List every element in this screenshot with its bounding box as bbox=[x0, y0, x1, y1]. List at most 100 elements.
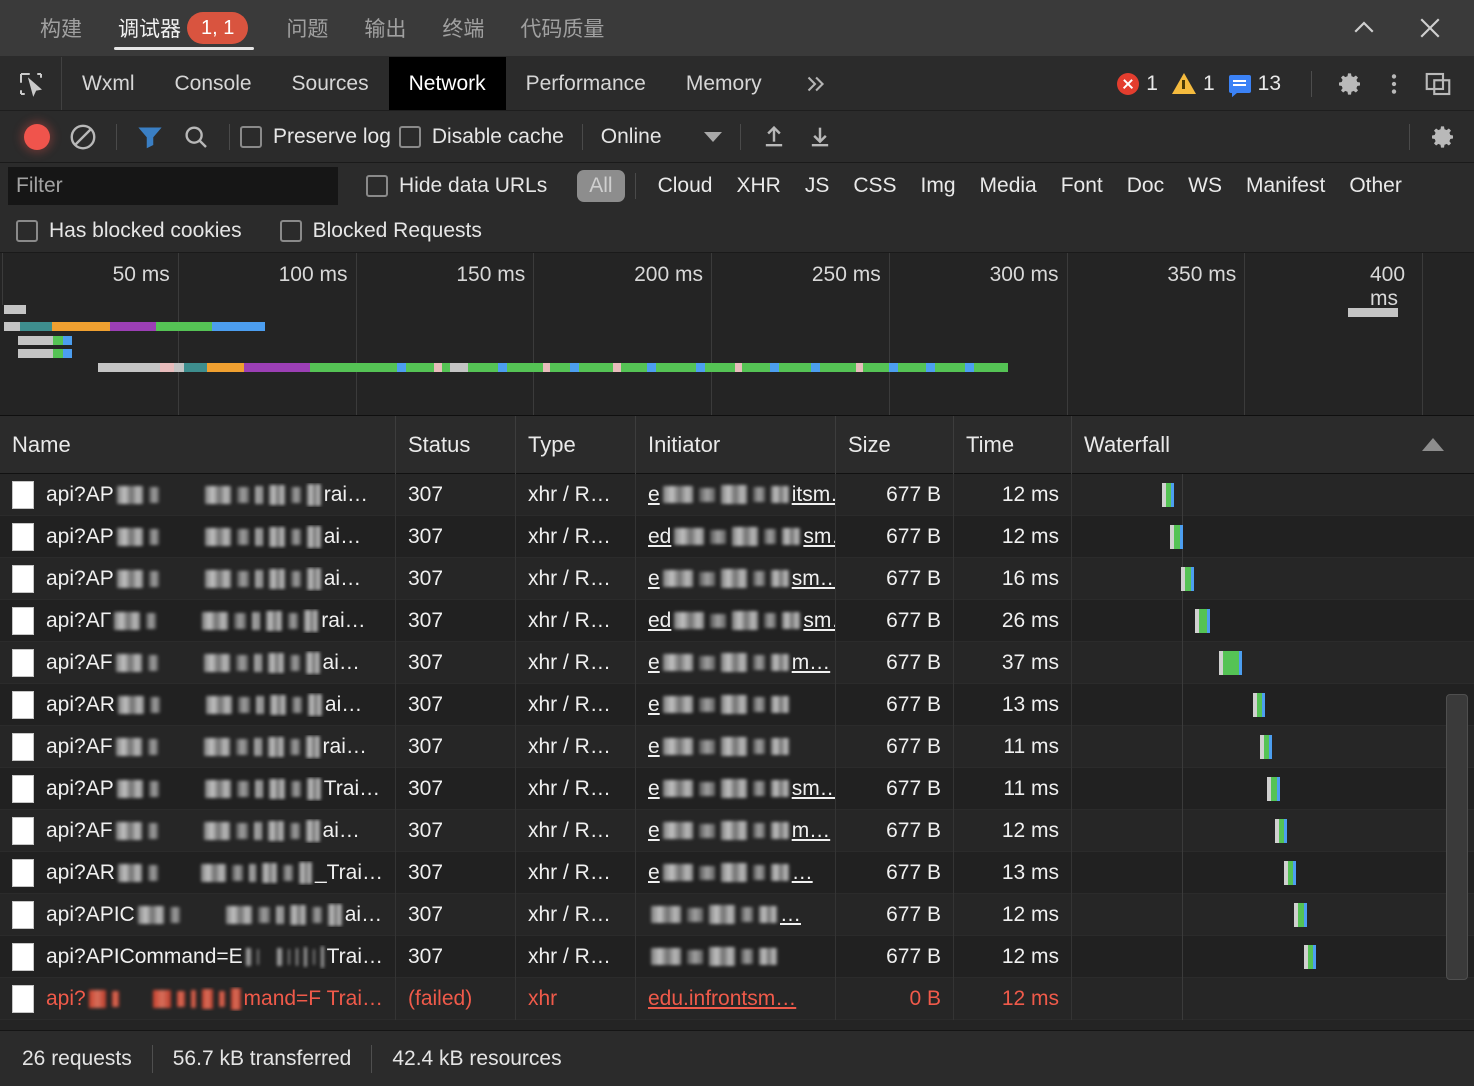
tab-memory[interactable]: Memory bbox=[666, 57, 782, 110]
type-filter-doc[interactable]: Doc bbox=[1115, 170, 1176, 202]
redacted-text bbox=[782, 528, 801, 545]
type-filter-font[interactable]: Font bbox=[1049, 170, 1115, 202]
initiator-link[interactable]: e bbox=[648, 693, 792, 717]
initiator-link[interactable]: e sm… bbox=[648, 567, 835, 591]
network-settings-gear-icon[interactable] bbox=[1420, 114, 1466, 160]
table-row[interactable]: api?AΓ rai… 307xhr / R… ed sm…677 B26 ms bbox=[0, 599, 1474, 642]
disable-cache-checkbox[interactable]: Disable cache bbox=[398, 125, 564, 149]
cell-name: api?AP rai… bbox=[0, 473, 396, 516]
chevron-up-icon[interactable] bbox=[1344, 8, 1384, 48]
type-filter-ws[interactable]: WS bbox=[1176, 170, 1234, 202]
document-icon bbox=[12, 816, 34, 845]
type-filter-css[interactable]: CSS bbox=[841, 170, 908, 202]
type-filter-img[interactable]: Img bbox=[909, 170, 968, 202]
initiator-link[interactable]: e m… bbox=[648, 651, 830, 675]
overview-bar-segment bbox=[53, 336, 63, 345]
redacted-text bbox=[114, 611, 141, 630]
column-header-waterfall[interactable]: Waterfall bbox=[1072, 416, 1474, 474]
dock-panel-icon[interactable] bbox=[1416, 62, 1460, 106]
initiator-link[interactable]: ed sm… bbox=[648, 609, 835, 633]
column-header-type[interactable]: Type bbox=[516, 416, 636, 474]
overview-request-bar bbox=[18, 336, 72, 345]
redacted-text bbox=[674, 528, 705, 545]
chevrons-right-icon[interactable] bbox=[782, 57, 848, 110]
has-blocked-cookies-checkbox[interactable]: Has blocked cookies bbox=[16, 219, 242, 243]
download-arrow-icon[interactable] bbox=[797, 114, 843, 160]
network-overview-timeline[interactable]: 50 ms 100 ms 150 ms 200 ms 250 ms 300 ms 350 m… bbox=[0, 253, 1474, 416]
close-icon[interactable] bbox=[1410, 8, 1450, 48]
initiator-link[interactable]: e m… bbox=[648, 819, 830, 843]
record-circle-icon[interactable] bbox=[14, 114, 60, 160]
ide-tab-code-quality[interactable]: 代码质量 bbox=[502, 0, 622, 57]
column-header-initiator[interactable]: Initiator bbox=[636, 416, 836, 474]
type-filter-cloud[interactable]: Cloud bbox=[646, 170, 725, 202]
more-vertical-icon[interactable] bbox=[1372, 62, 1416, 106]
initiator-link[interactable]: e… bbox=[648, 861, 813, 885]
hide-data-urls-checkbox[interactable]: Hide data URLs bbox=[366, 174, 547, 198]
redacted-text bbox=[203, 737, 230, 756]
overview-bar-segment bbox=[898, 363, 926, 372]
initiator-link[interactable]: e sm… bbox=[648, 777, 835, 801]
upload-arrow-icon[interactable] bbox=[751, 114, 797, 160]
preserve-log-checkbox[interactable]: Preserve log bbox=[240, 125, 391, 149]
column-header-size[interactable]: Size bbox=[836, 416, 954, 474]
ide-tab-build[interactable]: 构建 bbox=[22, 0, 100, 57]
table-row[interactable]: api?AF ai… 307 xhr / R… e m… 677 B 37 ms bbox=[0, 641, 1474, 684]
type-filter-js[interactable]: JS bbox=[793, 170, 842, 202]
gear-icon[interactable] bbox=[1328, 62, 1372, 106]
filter-input[interactable] bbox=[8, 167, 338, 205]
table-row[interactable]: api?AF ai… 307 xhr / R… e m… 677 B 12 ms bbox=[0, 809, 1474, 852]
type-filter-xhr[interactable]: XHR bbox=[724, 170, 792, 202]
search-icon[interactable] bbox=[173, 114, 219, 160]
table-row[interactable]: api? mand=F Trai… (failed) xhr edu.infrontsm… bbox=[0, 977, 1474, 1020]
error-counter[interactable]: 1 bbox=[1117, 72, 1168, 96]
table-row[interactable]: api?AR _Trai… 307 xhr / R… e… 677 B 13 ms bbox=[0, 851, 1474, 894]
cell-initiator: e… bbox=[636, 851, 836, 894]
ide-tab-label: 终端 bbox=[442, 18, 485, 41]
initiator-link[interactable] bbox=[648, 947, 780, 966]
initiator-link[interactable]: ed sm… bbox=[648, 525, 835, 549]
redacted-text bbox=[306, 525, 321, 548]
tab-sources[interactable]: Sources bbox=[272, 57, 389, 110]
tab-wxml[interactable]: Wxml bbox=[62, 57, 154, 110]
initiator-link[interactable]: e bbox=[648, 735, 792, 759]
document-icon bbox=[12, 480, 34, 509]
redacted-text bbox=[651, 948, 681, 965]
vertical-scrollbar[interactable] bbox=[1446, 694, 1468, 980]
throttling-dropdown[interactable]: Online bbox=[593, 125, 730, 149]
tab-performance[interactable]: Performance bbox=[506, 57, 666, 110]
type-filter-media[interactable]: Media bbox=[968, 170, 1049, 202]
initiator-link[interactable]: … bbox=[648, 903, 801, 927]
ide-tab-terminal[interactable]: 终端 bbox=[424, 0, 502, 57]
table-row[interactable]: api?AF rai… 307 xhr / R… e 677 B 11 ms bbox=[0, 725, 1474, 768]
table-row[interactable]: api?AP rai… 307xhr / R… e itsm…677 B12 ms bbox=[0, 473, 1474, 516]
table-row[interactable]: api?AP Trai… 307 xhr / R… e sm… 677 B 11 ms bbox=[0, 767, 1474, 810]
column-header-name[interactable]: Name bbox=[0, 416, 396, 474]
column-header-status[interactable]: Status bbox=[396, 416, 516, 474]
warning-counter[interactable]: 1 bbox=[1171, 72, 1225, 96]
ide-tab-output[interactable]: 输出 bbox=[346, 0, 424, 57]
type-filter-other[interactable]: Other bbox=[1337, 170, 1414, 202]
table-row[interactable]: api?APICommand=E Trai… 307 xhr / R… 677 B 12 … bbox=[0, 935, 1474, 978]
initiator-link[interactable]: e itsm… bbox=[648, 483, 835, 507]
info-counter[interactable]: 13 bbox=[1228, 72, 1291, 96]
table-row[interactable]: api?AR ai… 307 xhr / R… e 677 B 13 ms bbox=[0, 683, 1474, 726]
ide-tab-problems[interactable]: 问题 bbox=[268, 0, 346, 57]
blocked-requests-checkbox[interactable]: Blocked Requests bbox=[279, 219, 482, 243]
table-row[interactable]: api?APIC ai… 307 xhr / R… … 677 B 12 ms bbox=[0, 893, 1474, 936]
cell-time: 13 ms bbox=[954, 851, 1072, 894]
type-filter-manifest[interactable]: Manifest bbox=[1234, 170, 1337, 202]
redacted-text bbox=[770, 654, 789, 671]
inspect-element-icon[interactable] bbox=[0, 57, 62, 110]
tab-console[interactable]: Console bbox=[154, 57, 271, 110]
initiator-link[interactable]: edu.infrontsm… bbox=[648, 987, 796, 1011]
table-row[interactable]: api?AP ai… 307 xhr / R… e sm… 677 B 16 ms bbox=[0, 557, 1474, 600]
column-header-time[interactable]: Time bbox=[954, 416, 1072, 474]
ide-tab-debugger[interactable]: 调试器 1, 1 bbox=[100, 0, 268, 57]
overview-bar-segment bbox=[926, 363, 935, 372]
type-filter-all[interactable]: All bbox=[577, 170, 625, 202]
clear-no-entry-icon[interactable] bbox=[60, 114, 106, 160]
table-row[interactable]: api?AP ai… 307xhr / R… ed sm…677 B12 ms bbox=[0, 515, 1474, 558]
tab-network[interactable]: Network bbox=[388, 57, 506, 110]
funnel-filter-icon[interactable] bbox=[127, 114, 173, 160]
